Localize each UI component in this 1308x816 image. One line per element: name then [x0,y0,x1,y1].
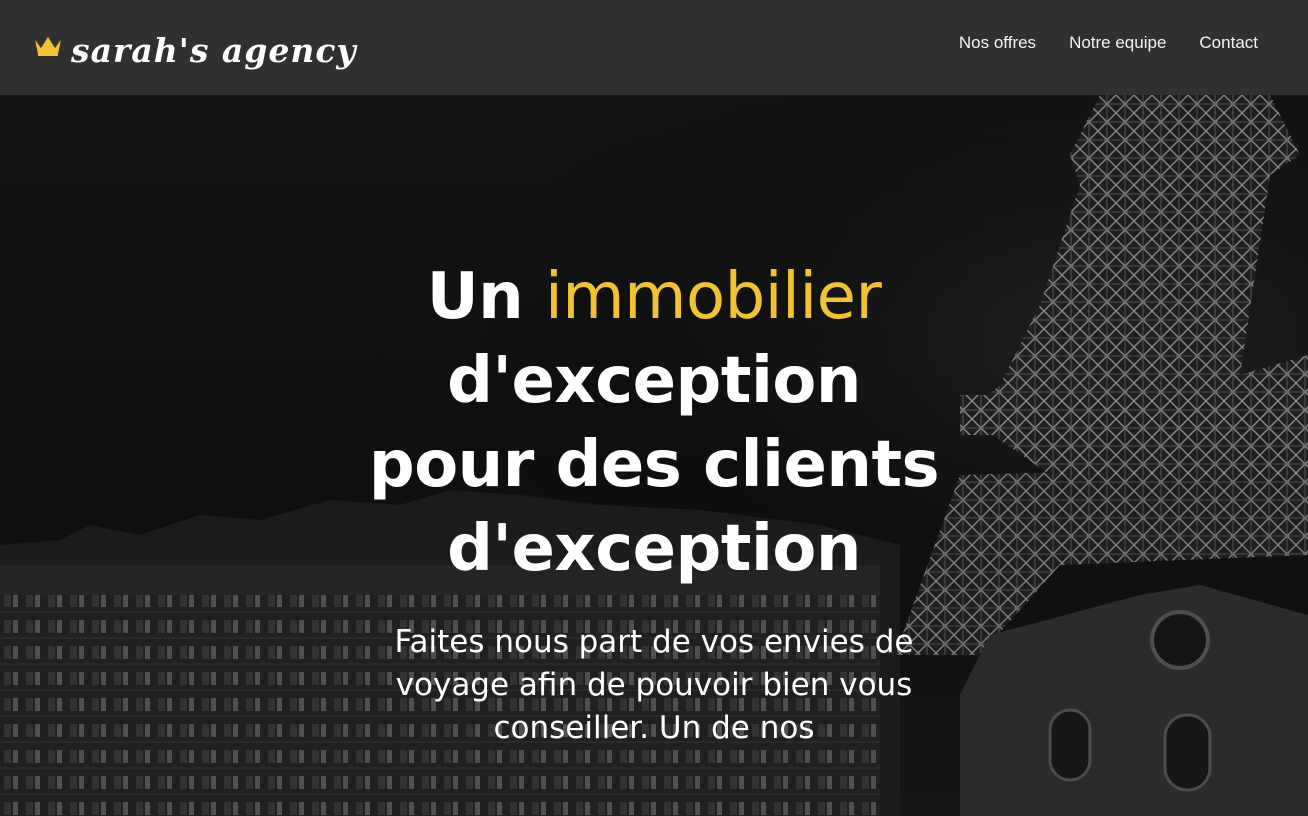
hero-title-word: Un [426,260,524,334]
brand-name: sarah's agency [71,30,357,70]
hero-title-rest: d'exception pour des clients d'exception [368,344,940,586]
hero-subtitle: Faites nous part de vos envies de voyage… [394,624,914,746]
nav-link-offres[interactable]: Nos offres [959,33,1036,53]
main-nav: Nos offres Notre equipe Contact [959,33,1258,53]
brand-logo[interactable]: sarah's agency [33,28,357,72]
crown-icon [33,34,63,58]
nav-link-contact[interactable]: Contact [1199,33,1258,53]
hero-section: Un immobilier d'exception pour des clien… [0,95,1308,816]
nav-link-equipe[interactable]: Notre equipe [1069,33,1166,53]
hero-title: Un immobilier d'exception pour des clien… [354,255,954,591]
hero-content: Un immobilier d'exception pour des clien… [354,255,954,750]
hero-title-accent: immobilier [545,260,882,334]
top-navbar: sarah's agency Nos offres Notre equipe C… [0,0,1308,95]
